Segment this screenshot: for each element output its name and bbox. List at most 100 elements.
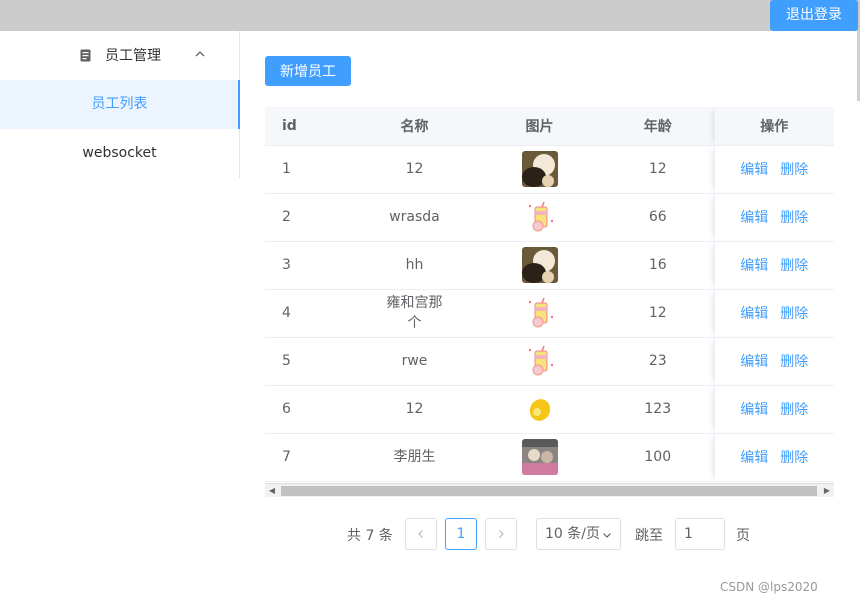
edit-link[interactable]: 编辑 xyxy=(740,402,768,418)
table-row: 6 12 123 编辑 删除 xyxy=(265,385,834,434)
edit-link[interactable]: 编辑 xyxy=(740,258,768,274)
cell-actions: 编辑 删除 xyxy=(713,385,834,434)
cell-age: 12 xyxy=(602,289,714,338)
add-employee-button[interactable]: 新增员工 xyxy=(265,56,351,86)
delete-link[interactable]: 删除 xyxy=(780,306,808,322)
scroll-right-icon[interactable]: ▶ xyxy=(820,484,834,498)
logout-button[interactable]: 退出登录 xyxy=(770,0,858,31)
cell-age: 66 xyxy=(602,193,714,242)
jump-page-input[interactable] xyxy=(675,518,725,550)
sidebar-group-title: 员工管理 xyxy=(105,48,161,64)
cell-name: 12 xyxy=(352,385,477,434)
cell-image xyxy=(477,145,602,194)
cell-name: wrasda xyxy=(352,193,477,242)
cell-name-text: rwe xyxy=(401,353,428,369)
column-header-name: 名称 xyxy=(352,107,477,146)
edit-link[interactable]: 编辑 xyxy=(740,306,768,322)
cell-name-text: wrasda xyxy=(389,209,440,225)
cell-name-text: hh xyxy=(405,257,424,273)
cell-name-text: 12 xyxy=(405,161,424,177)
prev-page-button[interactable] xyxy=(405,518,437,550)
watermark: CSDN @lps2020 xyxy=(720,580,818,594)
table-horizontal-scrollbar[interactable]: ◀ ▶ xyxy=(265,483,834,497)
cell-name-text: 雍和宫那个 xyxy=(386,295,443,331)
cell-name: rwe xyxy=(352,337,477,386)
table-row: 3 hh 16 编辑 删除 xyxy=(265,241,834,290)
cell-id: 6 xyxy=(265,385,352,434)
cell-name: 李朋生 xyxy=(352,433,477,482)
cell-id: 7 xyxy=(265,433,352,482)
sidebar-group-employee-management[interactable]: 员工管理 xyxy=(0,31,239,80)
jump-label: 跳至 xyxy=(635,528,663,544)
cell-id: 3 xyxy=(265,241,352,290)
lemon-icon xyxy=(521,391,558,427)
table-row: 7 李朋生 100 编辑 删除 xyxy=(265,433,834,482)
employee-table: id 名称 图片 年龄 操作 1 12 12 编辑 删除 2 wrasda 66 编辑 删除 3 hh… xyxy=(265,107,834,498)
edit-link[interactable]: 编辑 xyxy=(740,354,768,370)
top-bar: 退出登录 xyxy=(0,0,860,31)
chevron-right-icon xyxy=(499,530,504,538)
sidebar: 员工管理 员工列表 websocket xyxy=(0,31,240,178)
cell-image xyxy=(477,193,602,242)
cell-name-text: 12 xyxy=(405,401,424,417)
cell-age: 123 xyxy=(602,385,714,434)
page-number-button[interactable]: 1 xyxy=(445,518,477,550)
drink-cup-icon xyxy=(521,295,558,331)
delete-link[interactable]: 删除 xyxy=(780,450,808,466)
delete-link[interactable]: 删除 xyxy=(780,162,808,178)
next-page-button[interactable] xyxy=(485,518,517,550)
cell-name: 雍和宫那个 xyxy=(352,289,477,338)
delete-link[interactable]: 删除 xyxy=(780,354,808,370)
chevron-up-icon xyxy=(195,51,205,57)
cell-name: hh xyxy=(352,241,477,290)
edit-link[interactable]: 编辑 xyxy=(740,162,768,178)
cell-image xyxy=(477,337,602,386)
delete-link[interactable]: 删除 xyxy=(780,258,808,274)
cell-name-text: 李朋生 xyxy=(393,449,436,465)
sidebar-item-employee-list[interactable]: 员工列表 xyxy=(0,80,240,129)
cell-image xyxy=(477,385,602,434)
cell-image xyxy=(477,433,602,482)
column-header-age: 年龄 xyxy=(602,107,714,146)
document-icon xyxy=(80,49,91,62)
cell-id: 2 xyxy=(265,193,352,242)
scroll-left-icon[interactable]: ◀ xyxy=(265,484,279,498)
jump-page-suffix: 页 xyxy=(736,528,750,544)
page-size-select[interactable]: 10 条/页 xyxy=(536,518,621,550)
pagination-total: 共 7 条 xyxy=(347,528,393,544)
table-header-row: id 名称 图片 年龄 操作 xyxy=(265,107,834,146)
scrollbar-thumb[interactable] xyxy=(281,486,817,496)
column-header-actions: 操作 xyxy=(713,107,834,146)
cell-actions: 编辑 删除 xyxy=(713,145,834,194)
delete-link[interactable]: 删除 xyxy=(780,402,808,418)
group-photo xyxy=(521,439,558,475)
table-row: 2 wrasda 66 编辑 删除 xyxy=(265,193,834,242)
edit-link[interactable]: 编辑 xyxy=(740,210,768,226)
cell-age: 100 xyxy=(602,433,714,482)
cell-id: 5 xyxy=(265,337,352,386)
column-header-id: id xyxy=(265,107,352,146)
cell-id: 4 xyxy=(265,289,352,338)
cell-image xyxy=(477,289,602,338)
page-size-value: 10 条/页 xyxy=(545,526,600,542)
cell-image xyxy=(477,241,602,290)
edit-link[interactable]: 编辑 xyxy=(740,450,768,466)
cell-actions: 编辑 删除 xyxy=(713,193,834,242)
drink-cup-icon xyxy=(521,343,558,379)
cell-actions: 编辑 删除 xyxy=(713,241,834,290)
cell-actions: 编辑 删除 xyxy=(713,337,834,386)
cell-age: 16 xyxy=(602,241,714,290)
chevron-down-icon xyxy=(603,533,611,538)
sidebar-item-websocket[interactable]: websocket xyxy=(0,129,239,178)
cell-name: 12 xyxy=(352,145,477,194)
delete-link[interactable]: 删除 xyxy=(780,210,808,226)
table-row: 4 雍和宫那个 12 编辑 删除 xyxy=(265,289,834,338)
pagination: 共 7 条 1 10 条/页 跳至 页 xyxy=(0,518,860,550)
cell-actions: 编辑 删除 xyxy=(713,289,834,338)
cell-age: 23 xyxy=(602,337,714,386)
portrait-photo xyxy=(521,151,558,187)
table-row: 1 12 12 编辑 删除 xyxy=(265,145,834,194)
chevron-left-icon xyxy=(418,530,423,538)
portrait-photo xyxy=(521,247,558,283)
table-row: 5 rwe 23 编辑 删除 xyxy=(265,337,834,386)
